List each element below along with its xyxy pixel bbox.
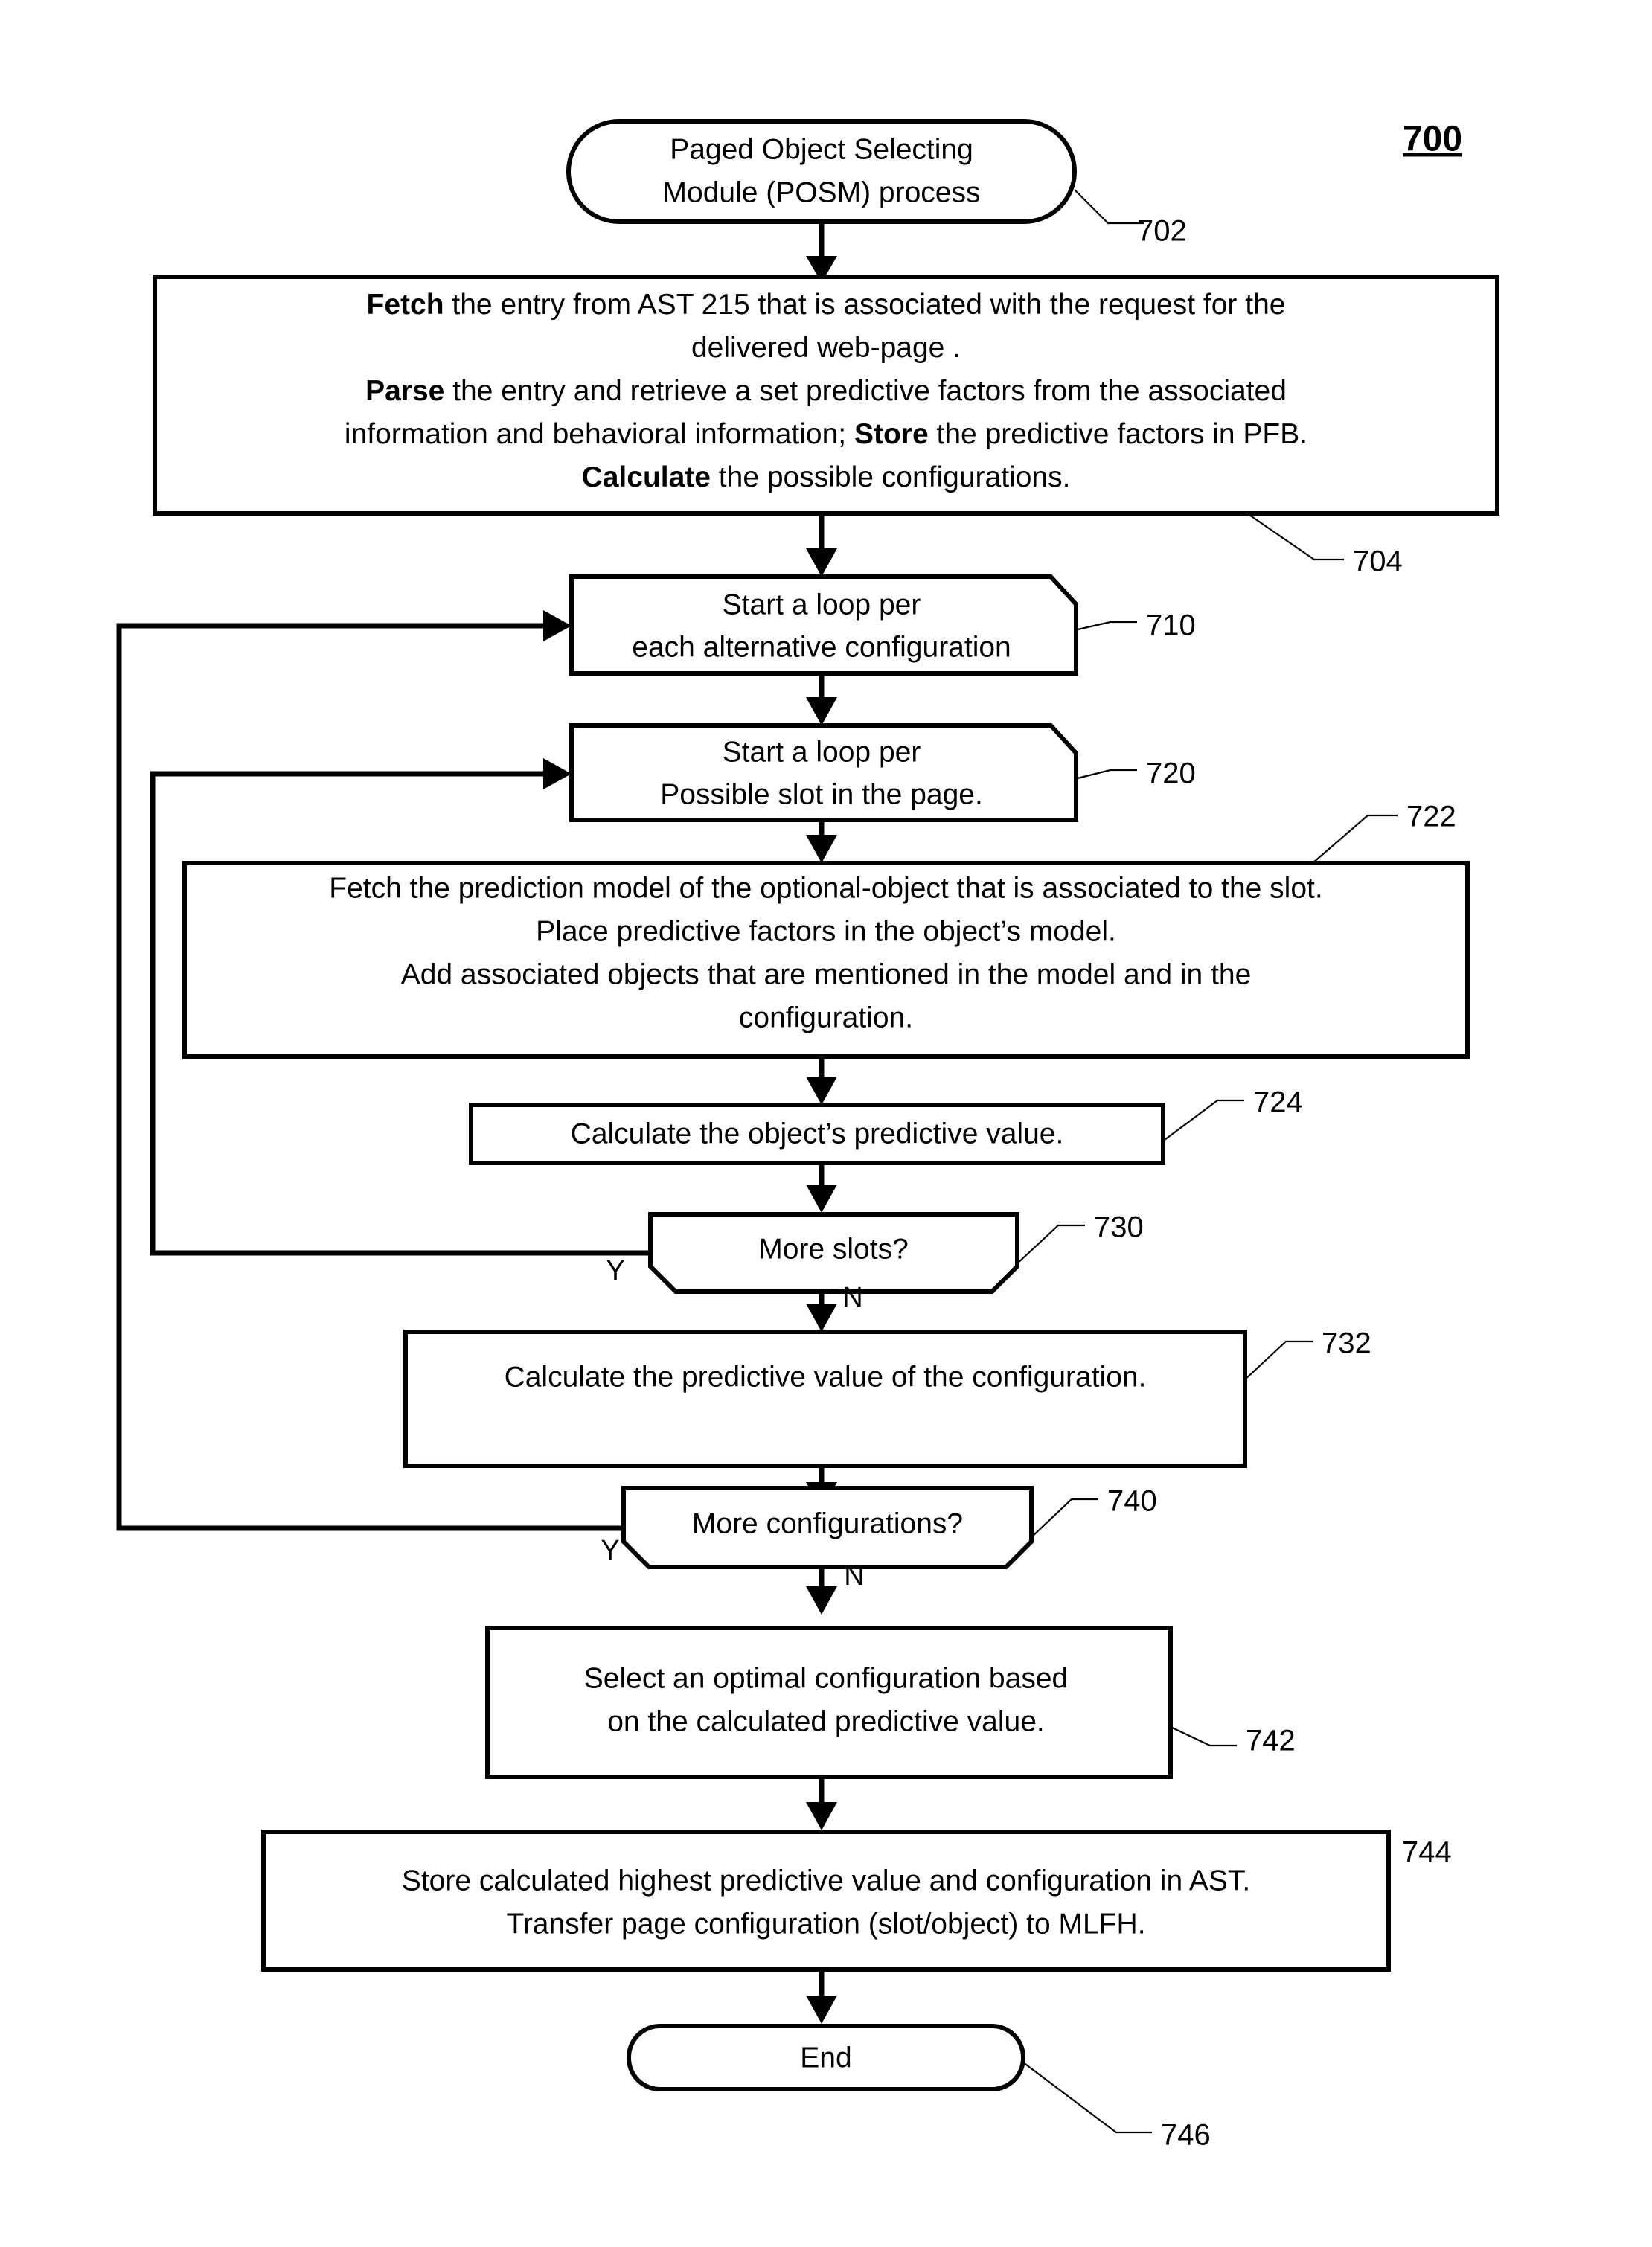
store-transfer-box [261,1830,1391,1972]
ref-leader-730: 730 [1015,1211,1144,1266]
node-loop-config-start: Start a loop per each alternative config… [569,574,1078,676]
node-calc-object-value: Calculate the object’s predictive value. [469,1103,1165,1165]
start-node-line-1: Paged Object Selecting [670,133,973,165]
ref-label-732: 732 [1322,1327,1371,1360]
connector-744-to-end [806,1969,837,2024]
fetch-parse-line-3: Parse the entry and retrieve a set predi… [365,375,1287,407]
loop-slot-start-line-2: Possible slot in the page. [660,778,983,810]
fetch-model-line-4: configuration. [739,1001,913,1033]
start-node-line-2: Module (POSM) process [663,176,981,208]
node-fetch-model: Fetch the prediction model of the option… [182,861,1470,1059]
store-transfer-line-2: Transfer page configuration (slot/object… [506,1908,1145,1940]
connector-740-to-742 [806,1567,837,1615]
ref-label-722: 722 [1406,801,1456,833]
connector-742-to-744 [806,1777,837,1830]
more-slots-label: More slots? [758,1233,909,1265]
more-configs-no-label: N [844,1560,864,1592]
select-optimal-line-1: Select an optimal configuration based [584,1662,1068,1694]
ref-leader-746: 746 [1022,2062,1211,2152]
connector-720-to-722 [806,820,837,863]
calc-config-value-box [403,1330,1247,1468]
node-end: End [627,2024,1025,2091]
ref-leader-732: 732 [1243,1327,1371,1382]
fetch-parse-line-2: delivered web-page . [691,332,961,364]
connector-724-to-730 [806,1163,837,1213]
ref-label-702: 702 [1137,215,1187,248]
figure-number: 700 [1403,120,1462,159]
node-store-transfer: Store calculated highest predictive valu… [261,1830,1391,1972]
flowchart-canvas: 700 Paged Object Selecting Module (POSM)… [0,0,1652,2247]
ref-label-740: 740 [1107,1485,1157,1518]
ref-leader-702: 702 [1074,189,1187,248]
ref-leader-742: 742 [1168,1725,1296,1757]
store-transfer-line-1: Store calculated highest predictive valu… [402,1865,1250,1897]
fetch-parse-line-1: Fetch the entry from AST 215 that is ass… [367,289,1286,321]
node-more-slots: More slots? [648,1212,1019,1294]
more-configs-label: More configurations? [692,1507,963,1539]
ref-leader-720: 720 [1074,757,1196,790]
ref-label-724: 724 [1253,1086,1303,1119]
fetch-parse-line-5: Calculate the possible configurations. [582,461,1071,493]
loop-config-start-line-2: each alternative configuration [632,631,1011,663]
node-select-optimal: Select an optimal configuration based on… [485,1626,1173,1779]
ref-leader-722: 722 [1312,801,1456,864]
ref-label-744: 744 [1402,1836,1452,1869]
ref-leader-704: 704 [1246,513,1403,578]
flowchart-svg: 700 Paged Object Selecting Module (POSM)… [116,119,1499,2152]
ref-label-742: 742 [1246,1725,1296,1757]
calc-object-value-line-1: Calculate the object’s predictive value. [571,1118,1064,1150]
select-optimal-line-2: on the calculated predictive value. [607,1705,1045,1737]
loop-config-start-line-1: Start a loop per [723,589,921,621]
loop-slot-start-line-1: Start a loop per [723,736,921,768]
node-fetch-parse: Fetch the entry from AST 215 that is ass… [153,275,1499,516]
more-slots-yes-label: Y [606,1255,624,1286]
fetch-model-line-3: Add associated objects that are mentione… [401,958,1252,990]
fetch-model-line-1: Fetch the prediction model of the option… [329,872,1322,904]
node-calc-config-value: Calculate the predictive value of the co… [403,1330,1247,1468]
connector-730-to-732 [806,1292,837,1332]
connector-704-to-710 [806,513,837,577]
connector-710-to-720 [806,673,837,725]
fetch-model-line-2: Place predictive factors in the object’s… [536,915,1116,947]
calc-config-value-line-1: Calculate the predictive value of the co… [505,1361,1147,1393]
ref-label-704: 704 [1353,545,1403,578]
ref-leader-740: 740 [1029,1485,1157,1539]
node-more-configs: More configurations? [621,1486,1034,1569]
ref-label-710: 710 [1146,609,1196,642]
connector-start-to-704 [806,222,837,283]
fetch-parse-line-4: information and behavioral information; … [345,418,1307,450]
ref-label-746: 746 [1161,2119,1211,2152]
more-configs-yes-label: Y [601,1535,619,1566]
more-slots-no-label: N [842,1282,862,1313]
ref-label-730: 730 [1094,1211,1144,1244]
connector-722-to-724 [806,1057,837,1105]
ref-leader-710: 710 [1074,609,1196,642]
ref-leader-724: 724 [1161,1086,1303,1143]
ref-label-720: 720 [1146,757,1196,790]
select-optimal-box [485,1626,1173,1779]
end-node-label: End [800,2042,851,2074]
node-loop-slot-start: Start a loop per Possible slot in the pa… [569,723,1078,822]
node-start: Paged Object Selecting Module (POSM) pro… [566,119,1077,224]
